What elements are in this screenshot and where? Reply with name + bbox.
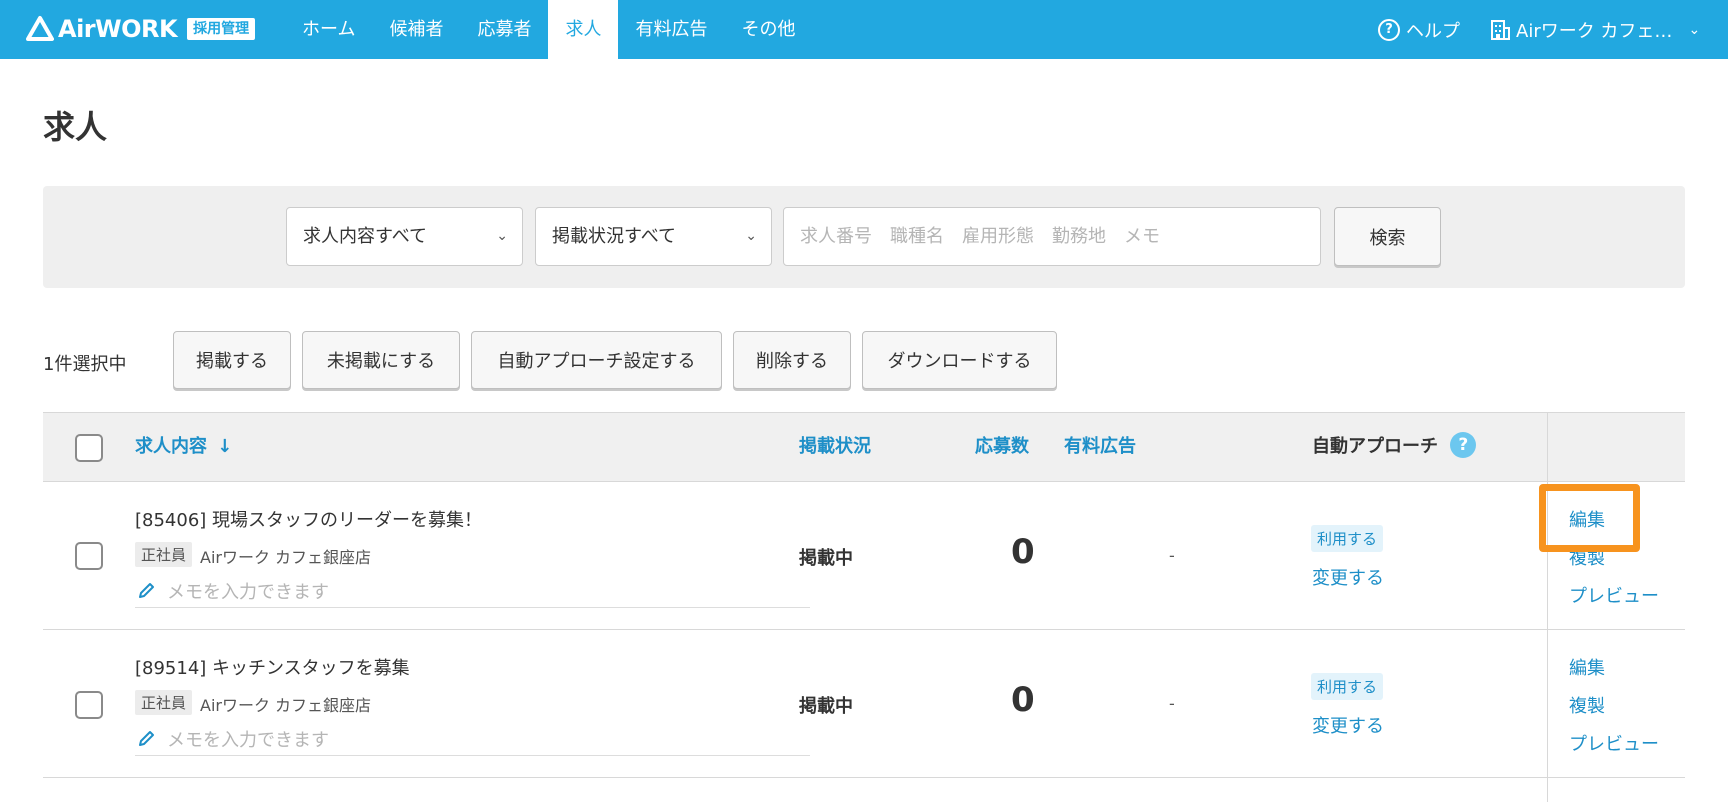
table-row: [89514] キッチンスタッフを募集 正社員 Airワーク カフェ銀座店 メモ… <box>43 630 1685 778</box>
memo-input[interactable]: メモを入力できます <box>167 726 329 752</box>
column-header-status[interactable]: 掲載状況 <box>799 413 871 481</box>
store-name: Airワーク カフェ銀座店 <box>200 696 372 715</box>
select-all-checkbox[interactable] <box>75 434 103 462</box>
copy-link[interactable]: 複製 <box>1569 692 1605 718</box>
paid-ad-value: - <box>1169 694 1175 713</box>
logo-text: AirWORK <box>58 15 178 43</box>
column-header-applications[interactable]: 応募数 <box>975 413 1029 481</box>
chevron-down-icon: ⌄ <box>496 228 508 244</box>
employment-type-tag: 正社員 <box>135 542 193 567</box>
column-header-auto-approach: 自動アプローチ ? <box>1312 413 1477 481</box>
status-filter-select[interactable]: 掲載状況すべて ⌄ <box>535 207 772 266</box>
help-label: ヘルプ <box>1406 20 1460 42</box>
memo-underline <box>135 607 810 608</box>
paid-ad-value: - <box>1169 546 1175 565</box>
nav-paid-ads[interactable]: 有料広告 <box>618 0 724 59</box>
pencil-icon <box>139 731 154 746</box>
nav-jobs[interactable]: 求人 <box>548 0 619 59</box>
help-link[interactable]: ? ヘルプ <box>1378 0 1460 59</box>
employment-type-tag: 正社員 <box>135 690 193 715</box>
store-name: Airワーク カフェ銀座店 <box>200 548 372 567</box>
column-header-auto-approach-label: 自動アプローチ <box>1312 436 1438 457</box>
building-icon <box>1491 19 1510 40</box>
publish-button[interactable]: 掲載する <box>173 331 291 389</box>
nav-others[interactable]: その他 <box>724 0 812 59</box>
content-filter-value: 求人内容すべて <box>303 226 428 247</box>
publish-status: 掲載中 <box>799 696 853 717</box>
content-filter-select[interactable]: 求人内容すべて ⌄ <box>286 207 523 266</box>
help-icon: ? <box>1378 18 1400 41</box>
unpublish-button[interactable]: 未掲載にする <box>302 331 460 389</box>
auto-approach-badge: 利用する <box>1311 673 1384 700</box>
chevron-down-icon: ⌄ <box>1688 21 1701 38</box>
job-title[interactable]: [85406] 現場スタッフのリーダーを募集！ <box>135 506 482 532</box>
page-title: 求人 <box>43 108 108 146</box>
edit-link-highlight <box>1539 484 1640 552</box>
nav-applicants[interactable]: 応募者 <box>460 0 548 59</box>
pencil-icon <box>139 583 154 598</box>
column-header-paid-ad[interactable]: 有料広告 <box>1064 413 1136 481</box>
row-checkbox[interactable] <box>75 542 103 570</box>
chevron-down-icon: ⌄ <box>745 228 757 244</box>
question-icon[interactable]: ? <box>1450 432 1477 458</box>
edit-link[interactable]: 編集 <box>1569 654 1605 680</box>
selected-count: 1件選択中 <box>43 354 127 375</box>
auto-approach-change-link[interactable]: 変更する <box>1312 564 1384 590</box>
memo-input[interactable]: メモを入力できます <box>167 578 329 604</box>
search-button[interactable]: 検索 <box>1334 207 1441 266</box>
preview-link[interactable]: プレビュー <box>1569 582 1659 608</box>
table-row: [85406] 現場スタッフのリーダーを募集！ 正社員 Airワーク カフェ銀座… <box>43 482 1685 630</box>
application-count: 0 <box>1011 680 1035 720</box>
memo-underline <box>135 755 810 756</box>
nav-home[interactable]: ホーム <box>285 0 372 59</box>
auto-approach-change-link[interactable]: 変更する <box>1312 712 1384 738</box>
main-nav: ホーム 候補者 応募者 求人 有料広告 その他 <box>285 0 812 59</box>
delete-button[interactable]: 削除する <box>733 331 851 389</box>
logo-badge: 採用管理 <box>187 18 256 40</box>
top-navigation-bar: AirWORK 採用管理 ホーム 候補者 応募者 求人 有料広告 その他 ? ヘ… <box>0 0 1728 59</box>
job-title[interactable]: [89514] キッチンスタッフを募集 <box>135 654 410 680</box>
search-panel: 求人内容すべて ⌄ 掲載状況すべて ⌄ 検索 <box>43 186 1685 288</box>
preview-link[interactable]: プレビュー <box>1569 730 1659 756</box>
store-label: Airワーク カフェ… <box>1516 20 1673 42</box>
row-checkbox[interactable] <box>75 691 103 719</box>
auto-approach-setting-button[interactable]: 自動アプローチ設定する <box>471 331 722 389</box>
status-filter-value: 掲載状況すべて <box>552 226 677 247</box>
column-header-content-label: 求人内容 <box>135 436 207 457</box>
application-count: 0 <box>1011 532 1035 572</box>
auto-approach-badge: 利用する <box>1311 525 1384 552</box>
airwork-logo-icon <box>26 16 54 41</box>
app-logo[interactable]: AirWORK 採用管理 <box>26 14 256 44</box>
column-header-content[interactable]: 求人内容 ↓ <box>135 413 232 481</box>
publish-status: 掲載中 <box>799 548 853 569</box>
nav-candidates[interactable]: 候補者 <box>372 0 460 59</box>
actions-column-divider <box>1547 412 1548 802</box>
store-switcher[interactable]: Airワーク カフェ… ⌄ <box>1490 0 1700 59</box>
keyword-search-input[interactable] <box>783 207 1321 266</box>
sort-arrow-down-icon: ↓ <box>217 436 233 457</box>
download-button[interactable]: ダウンロードする <box>862 331 1057 389</box>
table-header: 求人内容 ↓ 掲載状況 応募数 有料広告 自動アプローチ ? <box>43 412 1685 482</box>
